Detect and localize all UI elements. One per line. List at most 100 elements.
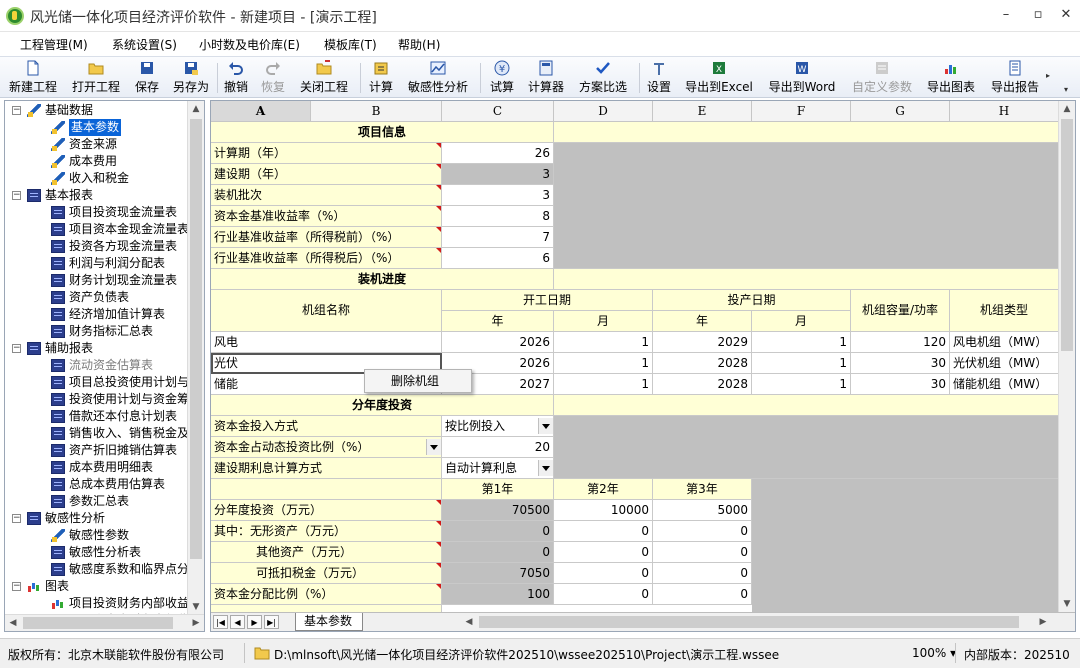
annual-value-cell[interactable]: 0 — [653, 563, 752, 584]
annual-value-cell[interactable]: 10000 — [554, 500, 653, 521]
capacity-cell[interactable]: 120 — [851, 332, 950, 353]
collapse-toggle-icon[interactable]: − — [12, 191, 21, 200]
calculator-button[interactable]: 计算器 — [525, 59, 567, 97]
chevron-down-icon[interactable] — [426, 439, 441, 455]
zoom-level[interactable]: 100% ▾ — [912, 646, 956, 660]
export-excel-button[interactable]: X 导出到Excel — [682, 59, 756, 97]
menu-hours-price-lib[interactable]: 小时数及电价库(E) — [199, 36, 300, 53]
save-button[interactable]: 保存 — [130, 59, 164, 97]
capital-ratio-input[interactable]: 20 — [442, 437, 554, 458]
menu-template-lib[interactable]: 模板库(T) — [324, 36, 377, 53]
new-project-button[interactable]: 新建工程 — [6, 59, 60, 97]
tree-scroll-thumb[interactable] — [190, 119, 202, 559]
scroll-down-icon[interactable]: ▼ — [1059, 596, 1075, 612]
scroll-left-icon[interactable]: ◀ — [461, 614, 477, 630]
capital-input-select[interactable]: 按比例投入 — [442, 416, 554, 437]
capacity-cell[interactable]: 30 — [851, 374, 950, 395]
column-header-c[interactable]: C — [442, 101, 554, 122]
close-window-button[interactable]: ✕ — [1054, 5, 1078, 25]
calc-period-input[interactable]: 26 — [442, 143, 554, 164]
custom-param-button[interactable]: 自定义参数 — [848, 59, 916, 97]
sheet-vertical-scrollbar[interactable]: ▲ ▼ — [1058, 101, 1075, 612]
scroll-left-icon[interactable]: ◀ — [5, 615, 21, 631]
collapse-toggle-icon[interactable]: − — [12, 106, 21, 115]
annual-value-cell[interactable]: 0 — [554, 521, 653, 542]
export-chart-button[interactable]: 导出图表 — [923, 59, 979, 97]
toolbar-options-icon[interactable]: ▾ — [1064, 85, 1068, 94]
last-sheet-icon[interactable]: ▶| — [264, 615, 279, 629]
scroll-right-icon[interactable]: ▶ — [1035, 614, 1051, 630]
annual-value-cell[interactable]: 0 — [554, 584, 653, 605]
column-header-d[interactable]: D — [554, 101, 653, 122]
export-report-button[interactable]: 导出报告 — [986, 59, 1044, 97]
annual-value-cell[interactable]: 0 — [653, 542, 752, 563]
collapse-toggle-icon[interactable]: − — [12, 344, 21, 353]
settings-button[interactable]: 设置 — [643, 59, 675, 97]
open-project-button[interactable]: 打开工程 — [68, 59, 124, 97]
scroll-up-icon[interactable]: ▲ — [1059, 101, 1075, 117]
sheet-scroll-thumb[interactable] — [1061, 119, 1073, 351]
menu-help[interactable]: 帮助(H) — [398, 36, 440, 53]
start-month-cell[interactable]: 1 — [554, 374, 653, 395]
tree-vertical-scrollbar[interactable]: ▲ ▼ — [187, 101, 204, 615]
menu-project[interactable]: 工程管理(M) — [20, 36, 88, 53]
toolbar-overflow-icon[interactable]: ▸ — [1046, 71, 1050, 80]
scroll-down-icon[interactable]: ▼ — [188, 599, 204, 615]
column-header-e[interactable]: E — [653, 101, 752, 122]
prod-month-cell[interactable]: 1 — [752, 353, 851, 374]
calculate-button[interactable]: 计算 — [364, 59, 398, 97]
unit-type-cell[interactable]: 风电机组（MW） — [950, 332, 1059, 353]
undo-button[interactable]: 撤销 — [221, 59, 251, 97]
sensitivity-button[interactable]: 敏感性分析 — [404, 59, 472, 97]
collapse-toggle-icon[interactable]: − — [12, 582, 21, 591]
annual-value-cell[interactable]: 0 — [653, 521, 752, 542]
batches-input[interactable]: 3 — [442, 185, 554, 206]
interest-calc-select[interactable]: 自动计算利息 — [442, 458, 554, 479]
tree-hscroll-thumb[interactable] — [23, 617, 173, 629]
unit-name-cell[interactable]: 风电 — [211, 332, 442, 353]
column-header-a[interactable]: A — [211, 101, 311, 122]
scheme-compare-button[interactable]: 方案比选 — [574, 59, 632, 97]
maximize-button[interactable]: ▫ — [1026, 5, 1050, 25]
sheet-tab-basic-params[interactable]: 基本参数 — [295, 613, 364, 631]
column-header-b[interactable]: B — [311, 101, 442, 122]
tree-horizontal-scrollbar[interactable]: ◀ ▶ — [5, 614, 204, 631]
start-year-cell[interactable]: 2026 — [442, 332, 554, 353]
unit-type-cell[interactable]: 光伏机组（MW） — [950, 353, 1059, 374]
sheet-hscroll-thumb[interactable] — [479, 616, 1019, 628]
collapse-toggle-icon[interactable]: − — [12, 514, 21, 523]
close-project-button[interactable]: 关闭工程 — [296, 59, 352, 97]
industry-rate-post-input[interactable]: 6 — [442, 248, 554, 269]
export-word-button[interactable]: W 导出到Word — [763, 59, 841, 97]
capital-rate-input[interactable]: 8 — [442, 206, 554, 227]
prod-year-cell[interactable]: 2028 — [653, 374, 752, 395]
prod-year-cell[interactable]: 2028 — [653, 353, 752, 374]
prod-month-cell[interactable]: 1 — [752, 332, 851, 353]
trial-calc-button[interactable]: ¥ 试算 — [485, 59, 519, 97]
chevron-down-icon[interactable] — [538, 460, 553, 476]
column-header-g[interactable]: G — [851, 101, 950, 122]
start-month-cell[interactable]: 1 — [554, 332, 653, 353]
menu-system-settings[interactable]: 系统设置(S) — [112, 36, 177, 53]
next-sheet-icon[interactable]: ▶ — [247, 615, 262, 629]
annual-value-cell[interactable]: 0 — [554, 563, 653, 584]
save-as-button[interactable]: 另存为 — [170, 59, 212, 97]
prod-year-cell[interactable]: 2029 — [653, 332, 752, 353]
scroll-right-icon[interactable]: ▶ — [188, 615, 204, 631]
column-header-h[interactable]: H — [950, 101, 1059, 122]
delete-unit-menu-item[interactable]: 删除机组 — [391, 374, 439, 388]
prod-month-cell[interactable]: 1 — [752, 374, 851, 395]
annual-value-cell[interactable]: 5000 — [653, 500, 752, 521]
unit-type-cell[interactable]: 储能机组（MW） — [950, 374, 1059, 395]
industry-rate-pre-input[interactable]: 7 — [442, 227, 554, 248]
scroll-up-icon[interactable]: ▲ — [188, 101, 204, 117]
chevron-down-icon[interactable] — [538, 418, 553, 434]
minimize-button[interactable]: – — [994, 5, 1018, 25]
start-month-cell[interactable]: 1 — [554, 353, 653, 374]
sheet-horizontal-scrollbar[interactable]: ◀ ▶ — [461, 615, 1051, 629]
redo-button[interactable]: 恢复 — [257, 59, 289, 97]
first-sheet-icon[interactable]: |◀ — [213, 615, 228, 629]
annual-value-cell[interactable]: 0 — [554, 542, 653, 563]
annual-value-cell[interactable]: 0 — [653, 584, 752, 605]
capacity-cell[interactable]: 30 — [851, 353, 950, 374]
